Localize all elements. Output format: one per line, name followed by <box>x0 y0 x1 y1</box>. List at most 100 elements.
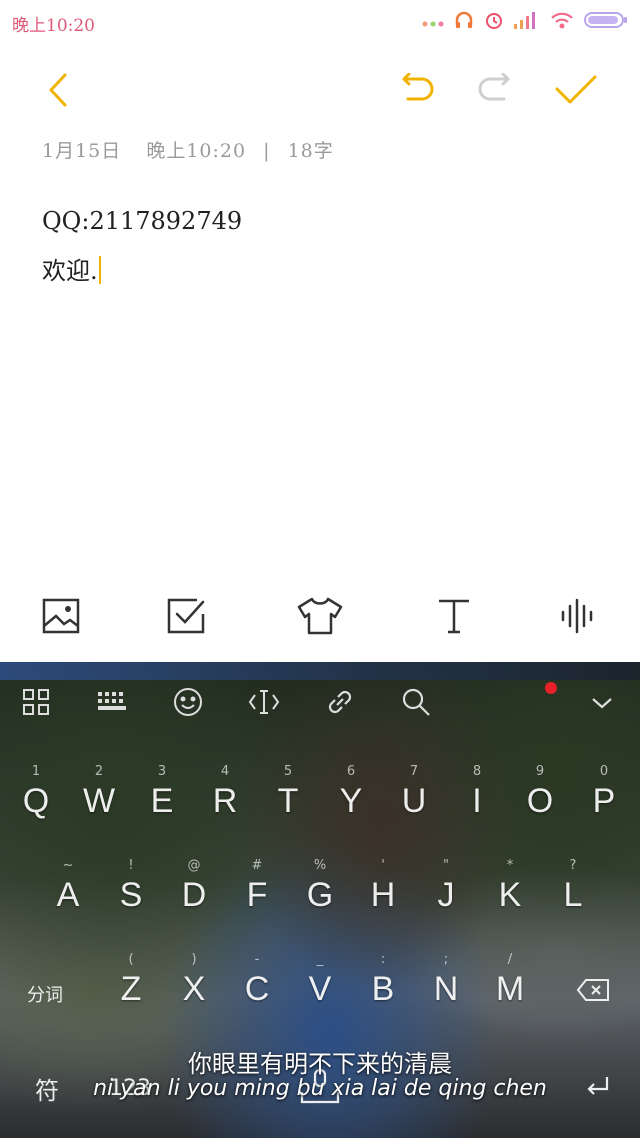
key-hint: ' <box>381 858 385 873</box>
keyboard-background-strip <box>0 662 640 680</box>
back-button[interactable] <box>28 60 88 124</box>
key-h[interactable]: ' H <box>353 858 413 938</box>
key-z[interactable]: (Z <box>101 952 161 1032</box>
text-format-icon <box>437 598 471 638</box>
key-hint: ? <box>569 858 577 873</box>
key-hint: : <box>380 952 386 967</box>
key-label: E <box>150 782 174 820</box>
backspace-key[interactable] <box>562 962 624 1022</box>
note-meta: 1月15日 晚上10:20 | 18字 <box>42 136 334 163</box>
cursor-control-button[interactable] <box>242 682 286 726</box>
key-g[interactable]: % G <box>290 858 350 938</box>
key-w[interactable]: 2W <box>69 764 129 844</box>
note-line: QQ:2117892749 <box>42 207 243 235</box>
key-a[interactable]: ~ A <box>38 858 98 938</box>
key-label: S <box>119 876 143 914</box>
text-format-button[interactable] <box>426 590 482 646</box>
checkmark-icon <box>554 73 598 111</box>
key-label: Q <box>22 782 50 820</box>
emoji-icon <box>173 687 203 721</box>
key-label: W <box>82 782 116 820</box>
back-chevron-icon <box>46 72 70 112</box>
key-label: X <box>182 970 206 1008</box>
segment-key[interactable]: 分词 <box>10 964 80 1024</box>
key-hint: @ <box>187 858 201 873</box>
key-m[interactable]: / M <box>480 952 540 1032</box>
voice-input-button[interactable] <box>550 590 606 646</box>
key-hint: ; <box>443 952 449 967</box>
note-editor[interactable]: QQ:2117892749 欢迎. <box>42 196 602 296</box>
key-x[interactable]: ) X <box>164 952 224 1032</box>
key-b[interactable]: :B <box>353 952 413 1032</box>
key-hint: ( <box>128 952 134 967</box>
key-p[interactable]: 0P <box>574 764 634 844</box>
key-label: T <box>277 782 299 820</box>
key-label: D <box>181 876 207 914</box>
keyboard-layout-button[interactable] <box>90 682 134 726</box>
search-button[interactable] <box>394 682 438 726</box>
note-line-current: 欢迎. <box>42 246 602 296</box>
shirt-icon <box>297 597 343 639</box>
key-i[interactable]: 8I <box>447 764 507 844</box>
key-s[interactable]: ! S <box>101 858 161 938</box>
link-icon <box>325 687 355 721</box>
lyric-pinyin: ni yan li you ming bu xia lai de qing ch… <box>93 1076 547 1101</box>
emoji-button[interactable] <box>166 682 210 726</box>
key-label: P <box>592 782 616 820</box>
key-k[interactable]: * K <box>480 858 540 938</box>
key-label: L <box>563 876 583 914</box>
key-j[interactable]: " J <box>416 858 476 938</box>
collapse-keyboard-button[interactable] <box>580 682 624 726</box>
voice-wave-icon <box>560 598 596 638</box>
key-label: M <box>495 970 525 1008</box>
meta-separator: | <box>263 140 271 162</box>
text-caret <box>98 256 101 284</box>
key-hint: # <box>251 858 263 873</box>
status-icons <box>422 10 628 34</box>
key-t[interactable]: 5T <box>258 764 318 844</box>
key-label: C <box>244 970 270 1008</box>
key-y[interactable]: 6Y <box>321 764 381 844</box>
theme-button[interactable] <box>292 590 348 646</box>
done-button[interactable] <box>546 60 606 124</box>
key-e[interactable]: 3E <box>132 764 192 844</box>
key-u[interactable]: 7U <box>384 764 444 844</box>
link-button[interactable] <box>318 682 362 726</box>
redo-button[interactable] <box>466 60 526 124</box>
key-hint: 3 <box>157 764 167 779</box>
key-label: R <box>212 782 238 820</box>
key-hint: ! <box>128 858 134 873</box>
lyric-chinese: 你眼里有明不下来的清晨 <box>188 1050 452 1078</box>
alarm-icon <box>484 10 504 34</box>
status-time: 晚上10:20 <box>12 16 95 36</box>
checklist-button[interactable] <box>158 590 214 646</box>
keyboard-toolbar <box>0 682 640 726</box>
key-label: H <box>370 876 396 914</box>
key-label: B <box>371 970 395 1008</box>
undo-button[interactable] <box>386 60 446 124</box>
key-hint: 4 <box>220 764 230 779</box>
key-r[interactable]: 4R <box>195 764 255 844</box>
key-l[interactable]: ? L <box>543 858 603 938</box>
key-c[interactable]: -C <box>227 952 287 1032</box>
key-hint: _ <box>316 952 324 967</box>
key-hint: * <box>506 858 514 873</box>
key-v[interactable]: _ V <box>290 952 350 1032</box>
key-n[interactable]: ; N <box>416 952 476 1032</box>
key-label: U <box>401 782 427 820</box>
redo-icon <box>476 72 516 111</box>
key-d[interactable]: @ D <box>164 858 224 938</box>
key-o[interactable]: 9O <box>510 764 570 844</box>
key-hint: 0 <box>599 764 609 779</box>
key-hint: 6 <box>346 764 356 779</box>
undo-icon <box>396 72 436 111</box>
grid-menu-button[interactable] <box>14 682 58 726</box>
insert-image-button[interactable] <box>33 590 89 646</box>
key-hint: " <box>443 858 449 873</box>
keyboard-icon <box>97 691 127 717</box>
key-f[interactable]: # F <box>227 858 287 938</box>
key-hint: / <box>507 952 513 967</box>
key-q[interactable]: 1Q <box>6 764 66 844</box>
editor-header <box>0 60 640 124</box>
key-hint: 8 <box>472 764 482 779</box>
